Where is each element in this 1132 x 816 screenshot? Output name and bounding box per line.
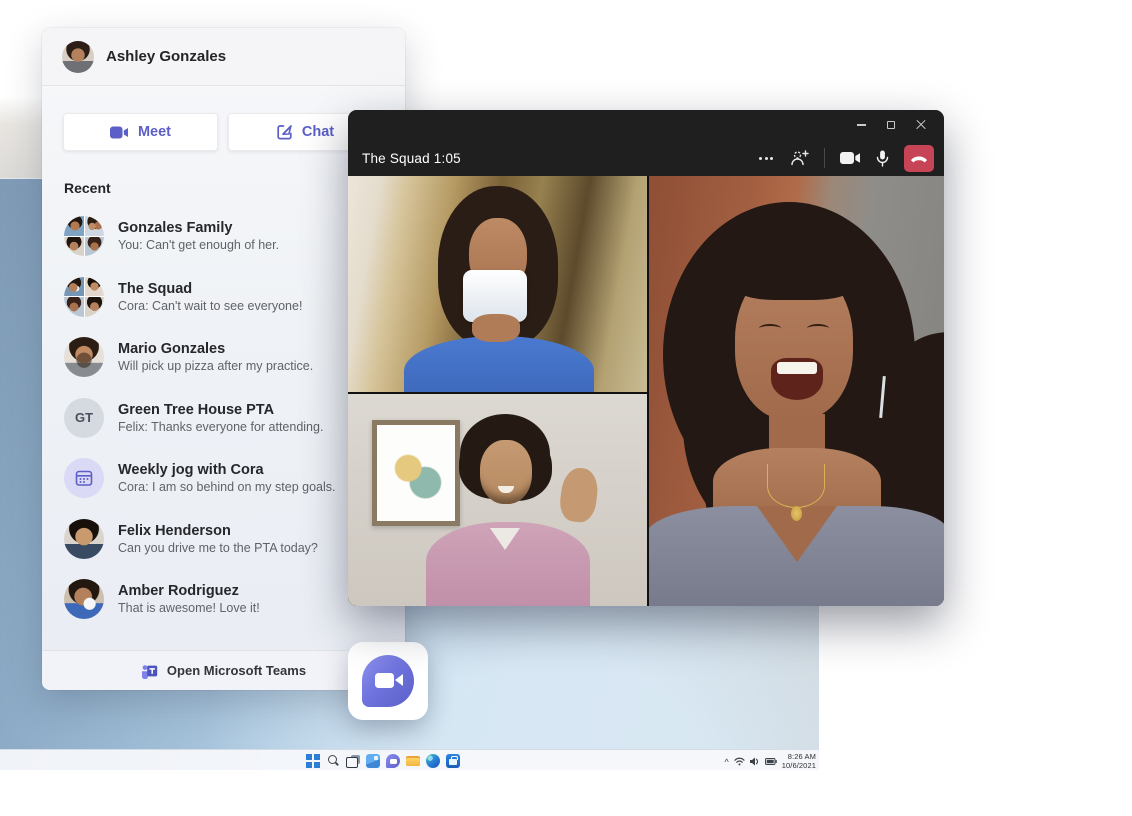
calendar-icon [75, 469, 93, 487]
system-tray: ^ 8:26 AM 10/6/2021 [725, 750, 817, 770]
call-title: The Squad 1:05 [362, 151, 461, 166]
conversation-preview: Cora: Can't wait to see everyone! [118, 299, 302, 313]
meet-button[interactable]: Meet [63, 113, 218, 151]
avatar[interactable] [62, 41, 94, 73]
widgets-icon[interactable] [366, 754, 380, 768]
initials-avatar: GT [64, 398, 104, 438]
call-controls [757, 143, 934, 173]
avatar [64, 519, 104, 559]
conversation-title: Mario Gonzales [118, 341, 313, 357]
compose-icon [277, 124, 293, 140]
camera-icon[interactable] [840, 151, 861, 165]
conversation-title: Green Tree House PTA [118, 402, 323, 418]
recent-section-title: Recent [64, 180, 111, 196]
task-view-icon[interactable] [346, 754, 360, 768]
add-participant-icon[interactable] [790, 150, 809, 166]
video-camera-icon [110, 126, 129, 139]
microsoft-store-icon[interactable] [446, 754, 460, 768]
video-grid [348, 176, 944, 606]
call-window: The Squad 1:05 [348, 110, 944, 606]
profile-header: Ashley Gonzales [42, 28, 405, 86]
chevron-up-icon[interactable]: ^ [725, 758, 729, 767]
minimize-icon[interactable] [846, 113, 876, 137]
clock-time: 8:26 AM [782, 752, 816, 761]
conversation-title: The Squad [118, 281, 302, 297]
group-avatar [64, 277, 104, 317]
volume-icon[interactable] [750, 757, 760, 766]
search-icon[interactable] [326, 754, 340, 768]
quick-actions: Meet Chat [63, 113, 383, 151]
call-titlebar: The Squad 1:05 [348, 110, 944, 176]
taskbar-clock[interactable]: 8:26 AM 10/6/2021 [782, 752, 816, 770]
video-tile-participant-waving [348, 394, 647, 606]
teams-video-chat-icon [362, 655, 414, 707]
conversation-preview: Cora: I am so behind on my step goals. [118, 480, 335, 494]
maximize-icon[interactable] [876, 113, 906, 137]
battery-icon[interactable] [765, 758, 777, 765]
video-tile-participant-with-mug [348, 176, 647, 392]
profile-name: Ashley Gonzales [106, 48, 226, 65]
chat-launcher-card[interactable] [348, 642, 428, 720]
edge-icon[interactable] [426, 754, 440, 768]
calendar-avatar [64, 458, 104, 498]
taskbar-icon-group [306, 750, 460, 770]
teams-chat-icon[interactable] [386, 754, 400, 768]
microphone-icon[interactable] [876, 150, 889, 167]
avatar [64, 337, 104, 377]
clock-date: 10/6/2021 [782, 761, 816, 770]
avatar [64, 579, 104, 619]
conversation-title: Felix Henderson [118, 523, 318, 539]
meet-button-label: Meet [138, 124, 171, 140]
conversation-preview: Felix: Thanks everyone for attending. [118, 420, 323, 434]
taskbar: ^ 8:26 AM 10/6/2021 [0, 749, 819, 770]
conversation-preview: That is awesome! Love it! [118, 601, 260, 615]
conversation-preview: Can you drive me to the PTA today? [118, 541, 318, 555]
teams-logo-icon [141, 663, 158, 679]
background-grey-band [0, 96, 42, 178]
conversation-preview: Will pick up pizza after my practice. [118, 359, 313, 373]
video-tile-participant-laughing [649, 176, 944, 606]
start-icon[interactable] [306, 754, 320, 768]
conversation-title: Weekly jog with Cora [118, 462, 335, 478]
marketing-composite: ^ 8:26 AM 10/6/2021 [0, 0, 1132, 816]
conversation-title: Amber Rodriguez [118, 583, 260, 599]
open-teams-label: Open Microsoft Teams [167, 663, 306, 678]
hang-up-icon [910, 154, 928, 163]
more-options-icon[interactable] [757, 153, 775, 164]
controls-divider [824, 148, 825, 168]
wifi-icon[interactable] [734, 757, 745, 766]
file-explorer-icon[interactable] [406, 754, 420, 768]
conversation-title: Gonzales Family [118, 220, 279, 236]
hang-up-button[interactable] [904, 145, 934, 172]
close-icon[interactable] [906, 113, 936, 137]
group-avatar [64, 216, 104, 256]
bloom-wallpaper [368, 603, 788, 770]
conversation-preview: You: Can't get enough of her. [118, 238, 279, 252]
chat-button-label: Chat [302, 124, 334, 140]
window-controls [846, 113, 936, 137]
